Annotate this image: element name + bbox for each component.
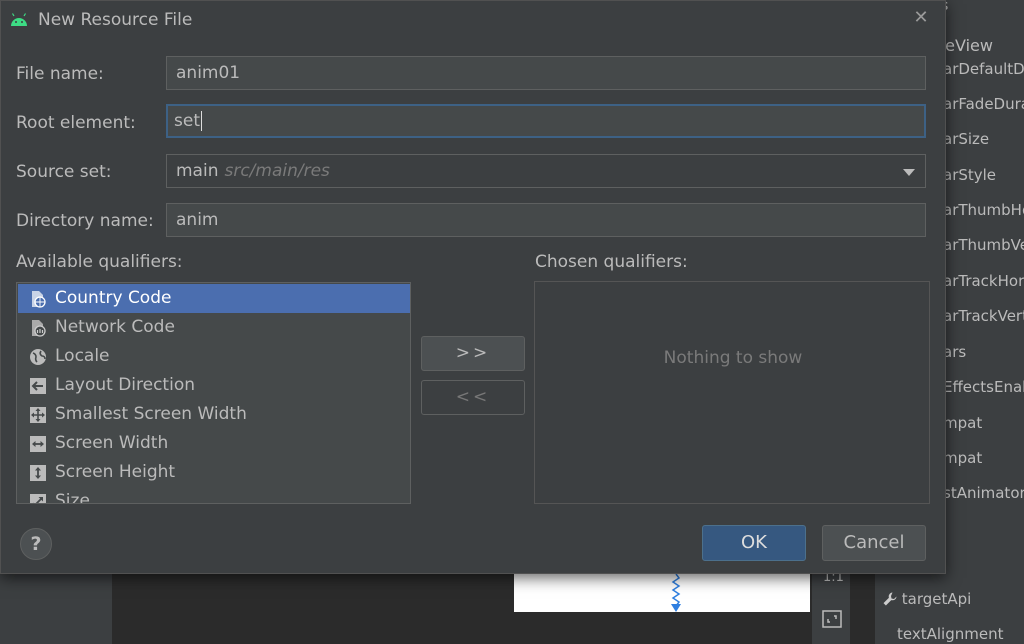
file-name-value: anim01 xyxy=(176,63,241,83)
attribute-label: arThumbHo xyxy=(943,201,1024,219)
horizontal-arrows-icon xyxy=(30,436,46,452)
attribute-label: arDefaultDe xyxy=(943,60,1024,78)
available-qualifiers-list[interactable]: Country Code Network Code Locale Layout … xyxy=(16,282,411,504)
available-qualifiers-label: Available qualifiers: xyxy=(16,252,183,272)
qualifier-smallest-screen-width[interactable]: Smallest Screen Width xyxy=(18,400,410,429)
qualifier-network-code[interactable]: Network Code xyxy=(18,313,410,342)
attribute-label: arStyle xyxy=(943,166,997,184)
qualifier-label: Screen Width xyxy=(55,433,169,453)
qualifier-country-code[interactable]: Country Code xyxy=(18,284,410,313)
chosen-qualifiers-label: Chosen qualifiers: xyxy=(535,252,688,272)
directory-name-value: anim xyxy=(176,210,219,230)
text-alignment-label: textAlignment xyxy=(897,625,1004,643)
attribute-label: arSize xyxy=(943,130,990,148)
size-icon xyxy=(30,494,46,503)
layout-direction-icon xyxy=(30,378,46,394)
chosen-qualifiers-list[interactable]: Nothing to show xyxy=(534,281,930,504)
attribute-label: stAnimator xyxy=(943,484,1024,502)
qualifier-screen-width[interactable]: Screen Width xyxy=(18,429,410,458)
layout-preview-canvas xyxy=(514,574,810,612)
add-qualifier-button[interactable]: >> xyxy=(421,336,525,371)
qualifier-label: Locale xyxy=(55,346,110,366)
android-icon xyxy=(11,13,27,26)
ide-left-panel xyxy=(0,570,112,644)
attribute-label: arThumbVe xyxy=(943,236,1024,254)
qualifier-label: Smallest Screen Width xyxy=(55,404,247,424)
cancel-button[interactable]: Cancel xyxy=(822,525,926,561)
close-icon[interactable]: ✕ xyxy=(911,7,931,29)
expand-arrows-icon xyxy=(30,407,46,423)
attribute-label: mpat xyxy=(943,449,983,467)
attribute-label: mpat xyxy=(943,414,983,432)
qualifier-label: Network Code xyxy=(55,317,175,337)
fit-screen-icon[interactable] xyxy=(822,610,842,628)
directory-name-field[interactable]: anim xyxy=(166,203,926,237)
root-element-value: set xyxy=(174,111,200,131)
root-element-field[interactable]: set xyxy=(166,104,926,138)
directory-name-label: Directory name: xyxy=(16,211,154,231)
wrench-icon xyxy=(883,592,897,606)
attribute-label: EffectsEnab xyxy=(943,378,1024,396)
qualifier-label: Size xyxy=(55,491,90,504)
network-code-icon xyxy=(32,320,46,337)
qualifier-label: Country Code xyxy=(55,288,172,308)
attribute-label: arFadeDura xyxy=(943,95,1024,113)
source-set-hint: src/main/res xyxy=(224,161,330,181)
ok-button[interactable]: OK xyxy=(702,525,806,561)
attribute-label: arTrackVert xyxy=(943,307,1024,325)
dialog-title: New Resource File xyxy=(38,10,193,30)
source-set-label: Source set: xyxy=(16,162,112,182)
qualifier-label: Layout Direction xyxy=(55,375,195,395)
constraint-spring-icon xyxy=(671,574,681,612)
qualifier-layout-direction[interactable]: Layout Direction xyxy=(18,371,410,400)
globe-icon xyxy=(30,349,46,365)
target-api-row[interactable]: targetApi xyxy=(883,590,971,608)
source-set-select[interactable]: main src/main/res xyxy=(166,154,926,188)
remove-qualifier-button[interactable]: << xyxy=(421,380,525,415)
attribute-label: ars xyxy=(943,343,967,361)
target-api-label: targetApi xyxy=(901,590,972,608)
new-resource-file-dialog: New Resource File ✕ File name: anim01 Ro… xyxy=(0,0,946,574)
root-element-label: Root element: xyxy=(16,113,136,133)
source-set-value: main xyxy=(176,161,219,181)
qualifier-label: Screen Height xyxy=(55,462,176,482)
vertical-arrows-icon xyxy=(30,465,46,481)
help-button[interactable]: ? xyxy=(20,528,52,560)
file-name-field[interactable]: anim01 xyxy=(166,56,926,90)
empty-state-text: Nothing to show xyxy=(663,348,803,368)
chevron-down-icon xyxy=(903,169,915,176)
qualifier-locale[interactable]: Locale xyxy=(18,342,410,371)
qualifier-size[interactable]: Size xyxy=(18,487,410,504)
country-code-icon xyxy=(32,291,46,308)
file-name-label: File name: xyxy=(16,64,104,84)
dialog-titlebar[interactable]: New Resource File ✕ xyxy=(1,1,945,41)
text-caret xyxy=(200,111,202,131)
attribute-label: arTrackHor xyxy=(943,272,1024,290)
qualifier-screen-height[interactable]: Screen Height xyxy=(18,458,410,487)
